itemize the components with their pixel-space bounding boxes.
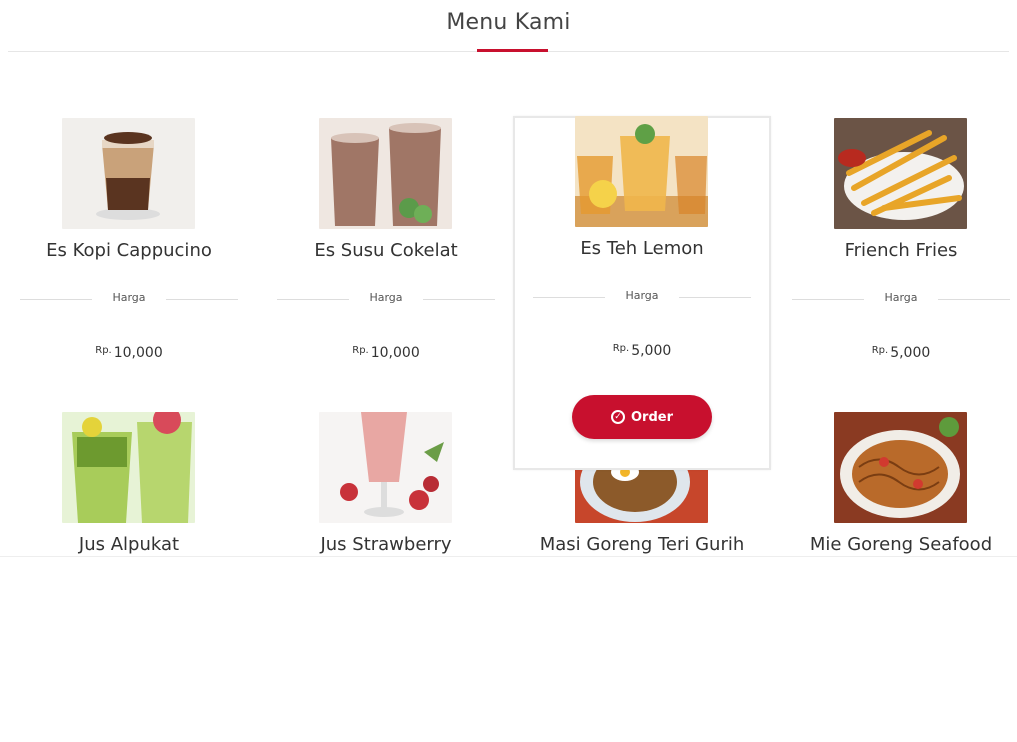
menu-card: Es Susu Cokelat Harga Rp. 10,000 (257, 118, 515, 448)
strawberry-juice-image (319, 412, 452, 523)
menu-item-price: Rp. 10,000 (257, 342, 515, 361)
currency-label: Rp. (871, 345, 889, 356)
price-amount: 5,000 (631, 343, 672, 359)
menu-card: Friench Fries Harga Rp. 5,000 (772, 118, 1017, 448)
menu-item-name: Es Susu Cokelat (314, 240, 458, 261)
price-amount: 10,000 (370, 345, 420, 361)
order-label: Order (631, 409, 673, 425)
menu-card: Jus Alpukat (0, 412, 258, 742)
avocado-juice-image (62, 412, 195, 523)
coffee-image (62, 118, 195, 229)
price-divider: Harga (277, 291, 495, 307)
menu-item-name: Es Teh Lemon (580, 238, 704, 259)
french-fries-image (834, 118, 967, 229)
menu-item-name: Es Kopi Cappucino (46, 240, 212, 261)
menu-item-name: Masi Goreng Teri Gurih (539, 534, 745, 555)
chocolate-milk-image (319, 118, 452, 229)
fried-noodles-image (834, 412, 967, 523)
title-accent-bar (477, 49, 548, 52)
price-divider: Harga (792, 291, 1010, 307)
price-label: Harga (625, 289, 659, 302)
menu-item-price: Rp. 5,000 (515, 340, 769, 359)
bottom-divider (0, 556, 1017, 557)
menu-title: Menu Kami (446, 10, 571, 35)
menu-item-price: Rp. 10,000 (0, 342, 258, 361)
price-label: Harga (884, 291, 918, 304)
currency-label: Rp. (352, 345, 369, 356)
order-button[interactable]: ✓ Order (572, 395, 712, 439)
menu-item-price: Rp. 5,000 (772, 342, 1017, 361)
currency-label: Rp. (95, 345, 112, 356)
menu-card: Jus Strawberry (257, 412, 515, 742)
check-circle-icon: ✓ (611, 410, 625, 424)
menu-card-featured: Es Teh Lemon Harga Rp. 5,000 ✓ Order (513, 116, 771, 470)
menu-item-name: Mie Goreng Seafood (809, 534, 993, 555)
menu-item-name: Friench Fries (844, 240, 958, 261)
menu-item-name: Jus Alpukat (78, 534, 180, 555)
price-label: Harga (112, 291, 146, 304)
lemon-tea-image (575, 116, 708, 227)
price-divider: Harga (20, 291, 238, 307)
currency-label: Rp. (612, 343, 630, 354)
price-divider: Harga (533, 289, 751, 305)
price-amount: 5,000 (890, 345, 931, 361)
menu-card: Es Kopi Cappucino Harga Rp. 10,000 (0, 118, 258, 448)
menu-card: Mie Goreng Seafood (772, 412, 1017, 742)
menu-item-name: Jus Strawberry (320, 534, 452, 555)
price-amount: 10,000 (113, 345, 163, 361)
price-label: Harga (369, 291, 403, 304)
